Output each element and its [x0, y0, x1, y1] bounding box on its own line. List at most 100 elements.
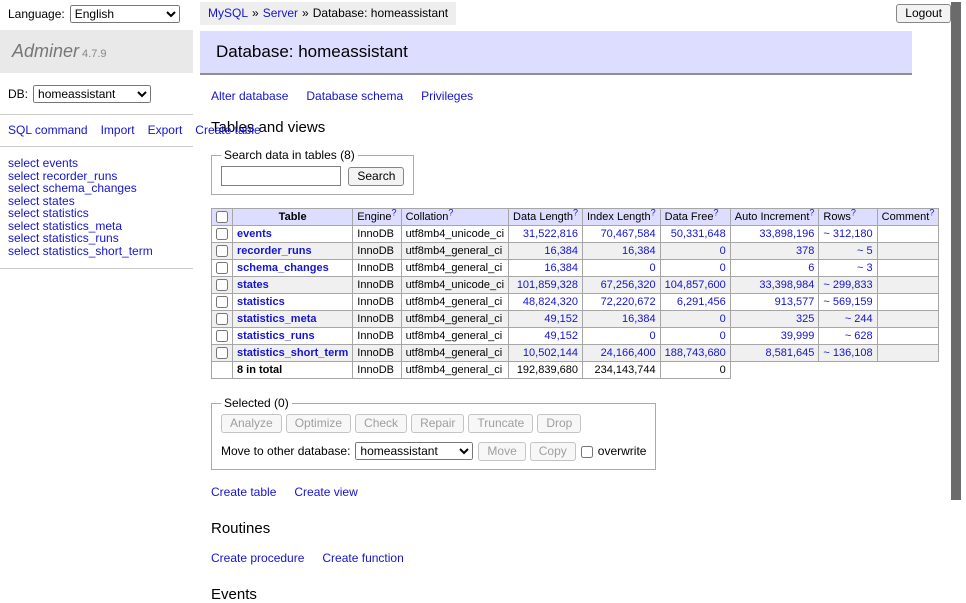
data-free-link[interactable]: 0 — [665, 245, 726, 257]
sidebar-action-link[interactable]: Export — [148, 123, 183, 137]
db-action-link[interactable]: Alter database — [211, 89, 288, 103]
rows-link[interactable]: ~ 312,180 — [823, 228, 872, 240]
analyze-button[interactable]: Analyze — [221, 414, 282, 433]
auto-increment-link[interactable]: 913,577 — [735, 296, 815, 308]
table-name-link[interactable]: states — [237, 279, 269, 291]
help-link[interactable]: ? — [929, 207, 934, 217]
table-name-link[interactable]: statistics_runs — [237, 330, 315, 342]
sidebar-action-link[interactable]: Create table — [195, 123, 260, 137]
data-free-link[interactable]: 104,857,600 — [665, 279, 726, 291]
create-link[interactable]: Create view — [294, 485, 357, 499]
auto-increment-link[interactable]: 325 — [735, 313, 815, 325]
db-action-link[interactable]: Privileges — [421, 89, 473, 103]
select-all-checkbox[interactable] — [216, 211, 228, 223]
data-length-link[interactable]: 101,859,328 — [513, 279, 578, 291]
table-name-link[interactable]: statistics_short_term — [237, 347, 348, 359]
help-link[interactable]: ? — [573, 207, 578, 217]
auto-increment-link[interactable]: 8,581,645 — [735, 347, 815, 359]
help-link[interactable]: ? — [851, 207, 856, 217]
rows-link[interactable]: ~ 299,833 — [823, 279, 872, 291]
data-length-link[interactable]: 49,152 — [513, 330, 578, 342]
routine-link[interactable]: Create function — [322, 551, 403, 565]
check-button[interactable]: Check — [355, 414, 407, 433]
repair-button[interactable]: Repair — [411, 414, 464, 433]
auto-increment-link[interactable]: 39,999 — [735, 330, 815, 342]
data-length-link[interactable]: 16,384 — [513, 245, 578, 257]
data-free-link[interactable]: 0 — [665, 330, 726, 342]
search-button[interactable]: Search — [348, 167, 404, 186]
row-checkbox[interactable] — [216, 330, 228, 342]
db-select[interactable]: homeassistant — [33, 85, 151, 103]
table-name-link[interactable]: events — [237, 228, 272, 240]
sidebar-select-link[interactable]: select statistics — [8, 207, 185, 220]
help-link[interactable]: ? — [714, 207, 719, 217]
rows-link[interactable]: ~ 244 — [823, 313, 872, 325]
data-free-link[interactable]: 6,291,456 — [665, 296, 726, 308]
index-length-link[interactable]: 0 — [587, 262, 656, 274]
rows-link[interactable]: ~ 569,159 — [823, 296, 872, 308]
index-length-link[interactable]: 67,256,320 — [587, 279, 656, 291]
sidebar-action-link[interactable]: SQL command — [8, 123, 88, 137]
auto-increment-link[interactable]: 378 — [735, 245, 815, 257]
move-db-select[interactable]: homeassistant — [355, 442, 473, 460]
index-length-link[interactable]: 16,384 — [587, 313, 656, 325]
row-checkbox[interactable] — [216, 279, 228, 291]
help-link[interactable]: ? — [392, 207, 397, 217]
data-length-link[interactable]: 16,384 — [513, 262, 578, 274]
index-length-link[interactable]: 70,467,584 — [587, 228, 656, 240]
help-link[interactable]: ? — [651, 207, 656, 217]
table-name-link[interactable]: recorder_runs — [237, 245, 312, 257]
index-length-link[interactable]: 0 — [587, 330, 656, 342]
search-input[interactable] — [221, 166, 341, 186]
table-name-link[interactable]: statistics_meta — [237, 313, 317, 325]
db-selector-row: DB:homeassistant — [8, 85, 185, 103]
language-select[interactable]: English — [70, 5, 180, 23]
auto-increment-link[interactable]: 33,398,984 — [735, 279, 815, 291]
data-free-link[interactable]: 50,331,648 — [665, 228, 726, 240]
sidebar-select-link[interactable]: select statistics_runs — [8, 232, 185, 245]
db-action-link[interactable]: Database schema — [306, 89, 403, 103]
optimize-button[interactable]: Optimize — [286, 414, 351, 433]
data-free-link[interactable]: 0 — [665, 313, 726, 325]
data-free-link[interactable]: 0 — [665, 262, 726, 274]
routine-link[interactable]: Create procedure — [211, 551, 304, 565]
rows-link[interactable]: ~ 136,108 — [823, 347, 872, 359]
row-checkbox[interactable] — [216, 313, 228, 325]
table-name-link[interactable]: schema_changes — [237, 262, 329, 274]
logout-button[interactable]: Logout — [896, 4, 951, 23]
row-checkbox[interactable] — [216, 228, 228, 240]
index-length-link[interactable]: 24,166,400 — [587, 347, 656, 359]
rows-link[interactable]: ~ 5 — [823, 245, 872, 257]
data-free-link[interactable]: 188,743,680 — [665, 347, 726, 359]
data-length-link[interactable]: 31,522,816 — [513, 228, 578, 240]
help-link[interactable]: ? — [809, 207, 814, 217]
copy-button[interactable]: Copy — [530, 442, 576, 461]
sidebar-select-link[interactable]: select events — [8, 157, 185, 170]
sidebar-action-link[interactable]: Import — [101, 123, 135, 137]
auto-increment-link[interactable]: 6 — [735, 262, 815, 274]
breadcrumb-link[interactable]: MySQL — [208, 6, 248, 20]
row-checkbox[interactable] — [216, 262, 228, 274]
table-name-link[interactable]: statistics — [237, 296, 285, 308]
data-length-link[interactable]: 48,824,320 — [513, 296, 578, 308]
rows-link[interactable]: ~ 3 — [823, 262, 872, 274]
vertical-scrollbar-thumb[interactable] — [951, 2, 961, 500]
sidebar-select-link[interactable]: select schema_changes — [8, 182, 185, 195]
sidebar-select-link[interactable]: select statistics_short_term — [8, 245, 185, 258]
truncate-button[interactable]: Truncate — [468, 414, 533, 433]
create-link[interactable]: Create table — [211, 485, 276, 499]
data-length-link[interactable]: 10,502,144 — [513, 347, 578, 359]
auto-increment-link[interactable]: 33,898,196 — [735, 228, 815, 240]
row-checkbox[interactable] — [216, 296, 228, 308]
data-length-link[interactable]: 49,152 — [513, 313, 578, 325]
row-checkbox[interactable] — [216, 245, 228, 257]
index-length-link[interactable]: 72,220,672 — [587, 296, 656, 308]
move-button[interactable]: Move — [478, 442, 525, 461]
drop-button[interactable]: Drop — [537, 414, 581, 433]
help-link[interactable]: ? — [448, 207, 453, 217]
overwrite-checkbox[interactable] — [581, 446, 593, 458]
breadcrumb-link[interactable]: Server — [263, 6, 298, 20]
rows-link[interactable]: ~ 628 — [823, 330, 872, 342]
index-length-link[interactable]: 16,384 — [587, 245, 656, 257]
row-checkbox[interactable] — [216, 347, 228, 359]
